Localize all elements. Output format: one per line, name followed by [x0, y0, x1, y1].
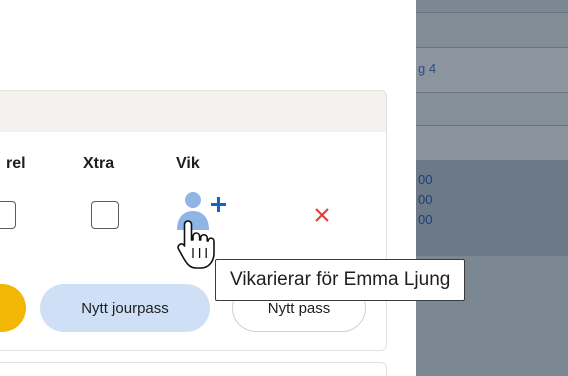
column-header-xtra: Xtra	[83, 155, 115, 172]
overlay-times: 00 00 00	[418, 170, 432, 230]
rel-checkbox[interactable]	[0, 201, 16, 229]
substitute-tooltip: Vikarierar för Emma Ljung	[215, 259, 466, 301]
new-jourpass-button[interactable]: Nytt jourpass	[40, 284, 210, 332]
overlay-row	[416, 125, 568, 161]
background-overlay: g 4 00 00 00	[416, 0, 568, 376]
column-header-rel: rel	[6, 155, 26, 172]
panel-header	[0, 90, 387, 134]
overlay-time: 00	[418, 212, 433, 227]
close-icon	[315, 208, 329, 222]
overlay-link-text: g 4	[418, 61, 437, 76]
overlay-block	[416, 160, 568, 256]
overlay-time: 00	[418, 172, 433, 187]
shift-panel: rel Xtra Vik Nytt jourpass Nytt pass	[0, 0, 416, 376]
overlay-row	[416, 12, 568, 48]
overlay-row	[416, 92, 568, 126]
overlay-time: 00	[418, 192, 433, 207]
pointer-cursor-icon	[176, 218, 216, 272]
xtra-checkbox[interactable]	[91, 201, 119, 229]
overlay-row	[416, 47, 568, 93]
remove-row-button[interactable]	[310, 203, 334, 227]
next-panel-edge	[0, 362, 387, 376]
column-header-vik: Vik	[176, 155, 200, 172]
